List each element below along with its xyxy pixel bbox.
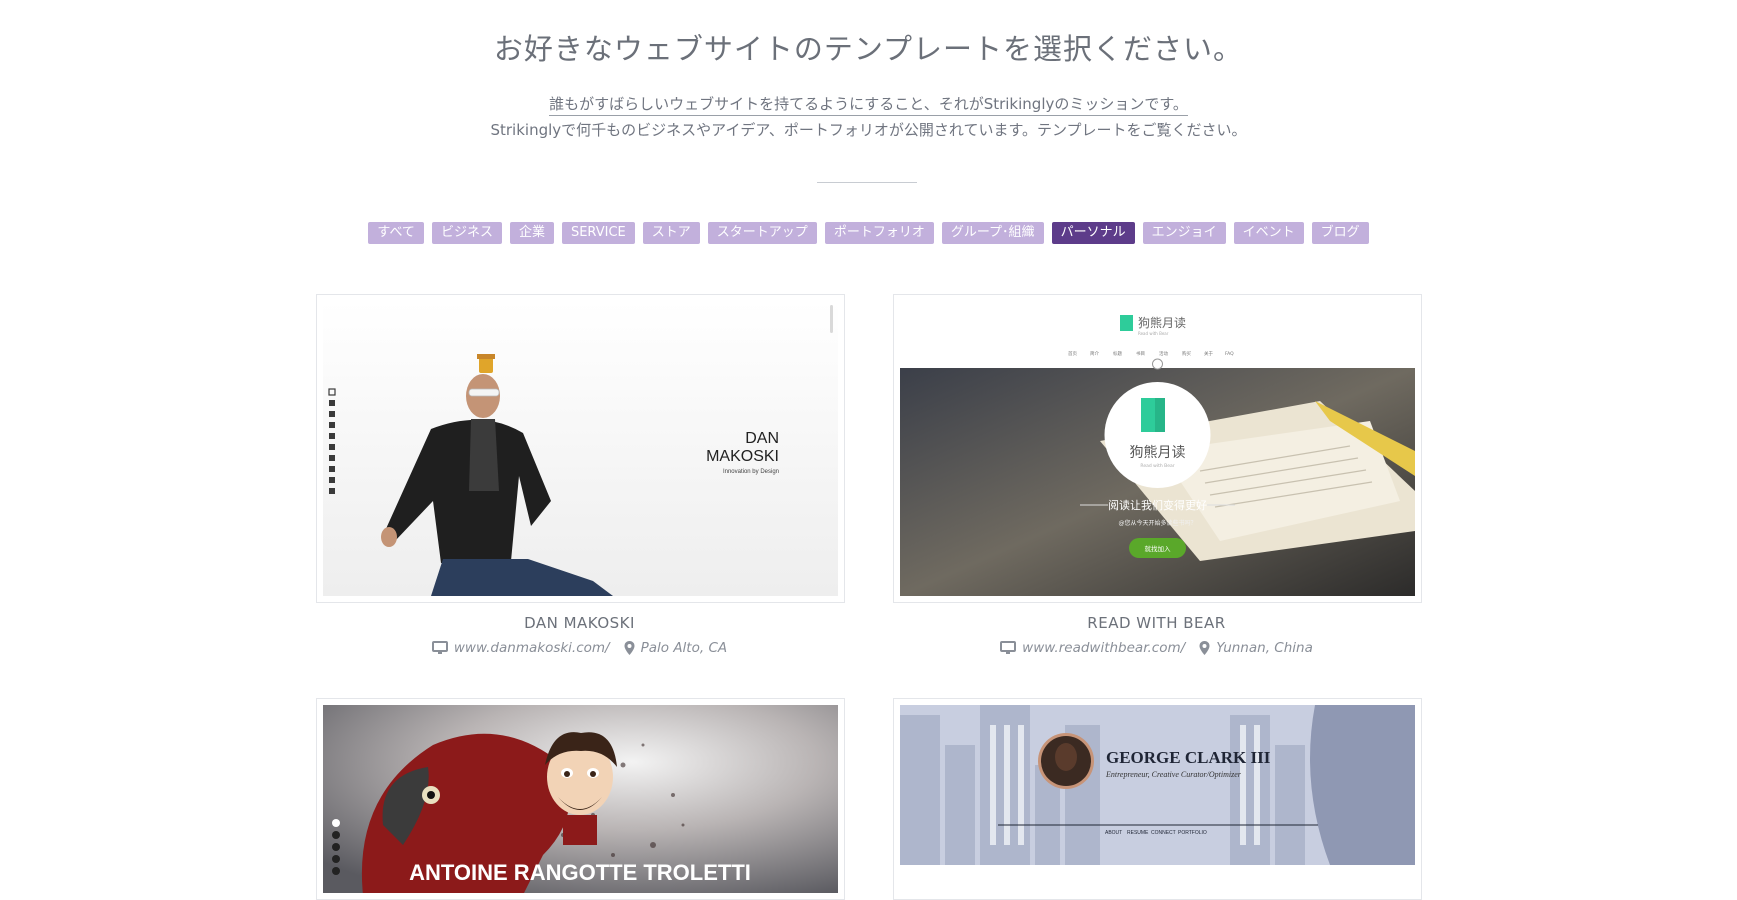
monitor-icon bbox=[1000, 641, 1017, 654]
preview-circle-sub: Read with Bear bbox=[1140, 463, 1174, 469]
preview-subline: @您从今天开始多读些书吗？ bbox=[1118, 519, 1196, 527]
template-name[interactable]: READ WITH BEAR bbox=[892, 614, 1421, 632]
category-filters: すべて ビジネス 企業 SERVICE ストア スタートアップ ポートフォリオ … bbox=[0, 222, 1737, 244]
filter-startup[interactable]: スタートアップ bbox=[707, 222, 817, 244]
location-pin-icon bbox=[624, 641, 635, 655]
preview-nav-item: 首页 bbox=[1068, 350, 1077, 357]
intro-line-1-text: 誰もがすばらしいウェブサイトを持てるようにすること、それがStrikinglyの… bbox=[549, 95, 1188, 116]
divider bbox=[817, 182, 917, 183]
filter-enjoy[interactable]: エンジョイ bbox=[1142, 222, 1226, 244]
preview-nav-item: 标题 bbox=[1113, 350, 1122, 357]
template-preview: 狗熊月读 Read with Bear 首页 简介 标题 书目 活动 购买 关于… bbox=[900, 301, 1415, 596]
preview-heading: GEORGE CLARK III bbox=[1106, 748, 1271, 767]
filter-group[interactable]: グループ･組織 bbox=[941, 222, 1044, 244]
preview-heading-2: MAKOSKI bbox=[706, 448, 779, 465]
filter-business[interactable]: ビジネス bbox=[431, 222, 502, 244]
template-card-antoine[interactable]: ANTOINE RANGOTTE TROLETTI bbox=[316, 698, 845, 900]
preview-tagline: Innovation by Design bbox=[723, 469, 779, 475]
dan-makoski-preview-image: DAN MAKOSKI Innovation by Design bbox=[323, 301, 838, 596]
preview-nav-item: 购买 bbox=[1182, 350, 1191, 357]
preview-tagline: Entrepreneur, Creative Curator/Optimizer bbox=[1105, 770, 1242, 779]
read-with-bear-preview-image: 狗熊月读 Read with Bear 首页 简介 标题 书目 活动 购买 关于… bbox=[900, 315, 1415, 596]
preview-nav-item: 简介 bbox=[1090, 350, 1099, 357]
preview-nav-item: 活动 bbox=[1159, 350, 1168, 357]
template-preview: DAN MAKOSKI Innovation by Design bbox=[323, 301, 838, 596]
intro-line-1: 誰もがすばらしいウェブサイトを持てるようにすること、それがStrikinglyの… bbox=[0, 93, 1737, 116]
preview-circle-title: 狗熊月读 bbox=[1130, 444, 1186, 461]
preview-heading: ANTOINE RANGOTTE TROLETTI bbox=[409, 860, 751, 885]
intro-line-2: Strikinglyで何千ものビジネスやアイデア、ポートフォリオが公開されていま… bbox=[490, 121, 1247, 139]
filter-blog[interactable]: ブログ bbox=[1311, 222, 1369, 244]
filter-store[interactable]: ストア bbox=[642, 222, 700, 244]
template-preview: ANTOINE RANGOTTE TROLETTI bbox=[323, 705, 838, 893]
monitor-icon bbox=[431, 641, 448, 654]
filter-portfolio[interactable]: ポートフォリオ bbox=[824, 222, 934, 244]
template-card-dan-makoski[interactable]: DAN MAKOSKI Innovation by Design bbox=[316, 294, 845, 603]
antoine-preview-image: ANTOINE RANGOTTE TROLETTI bbox=[323, 705, 838, 893]
preview-nav-item: 关于 bbox=[1204, 350, 1213, 357]
preview-heading-1: DAN bbox=[745, 430, 779, 447]
preview-join-button: 就找加入 bbox=[1145, 544, 1172, 553]
preview-nav-item: 书目 bbox=[1136, 350, 1145, 357]
template-meta: www.readwithbear.com/Yunnan, China bbox=[892, 640, 1421, 656]
preview-nav-item: RESUME bbox=[1127, 830, 1149, 836]
template-location: Palo Alto, CA bbox=[640, 640, 728, 656]
preview-logo-sub: Read with Bear bbox=[1138, 331, 1169, 336]
template-location: Yunnan, China bbox=[1216, 640, 1313, 656]
preview-logo: 狗熊月读 bbox=[1138, 315, 1186, 330]
page-title: お好きなウェブサイトのテンプレートを選択ください。 bbox=[493, 32, 1244, 66]
filter-all[interactable]: すべて bbox=[368, 222, 424, 244]
template-url-link[interactable]: www.readwithbear.com/ bbox=[1022, 640, 1185, 656]
filter-service[interactable]: SERVICE bbox=[561, 222, 635, 244]
template-meta: www.danmakoski.com/Palo Alto, CA bbox=[315, 640, 844, 656]
preview-nav-item: ABOUT bbox=[1105, 830, 1122, 836]
preview-nav-item: PORTFOLIO bbox=[1178, 830, 1207, 836]
preview-nav-item: CONNECT bbox=[1151, 830, 1176, 836]
template-name[interactable]: DAN MAKOSKI bbox=[315, 614, 844, 632]
template-card-george-clark[interactable]: GEORGE CLARK III Entrepreneur, Creative … bbox=[893, 698, 1422, 900]
filter-personal[interactable]: パーソナル bbox=[1051, 222, 1135, 244]
george-clark-preview-image: GEORGE CLARK III Entrepreneur, Creative … bbox=[900, 705, 1415, 893]
filter-event[interactable]: イベント bbox=[1233, 222, 1304, 244]
location-pin-icon bbox=[1199, 641, 1210, 655]
template-preview: GEORGE CLARK III Entrepreneur, Creative … bbox=[900, 705, 1415, 893]
template-url-link[interactable]: www.danmakoski.com/ bbox=[454, 640, 610, 656]
filter-corporate[interactable]: 企業 bbox=[509, 222, 554, 244]
preview-nav-item: FAQ bbox=[1225, 351, 1234, 357]
preview-headline: 阅读让我们变得更好 bbox=[1108, 498, 1207, 512]
template-card-read-with-bear[interactable]: 狗熊月读 Read with Bear 首页 简介 标题 书目 活动 购买 关于… bbox=[893, 294, 1422, 603]
